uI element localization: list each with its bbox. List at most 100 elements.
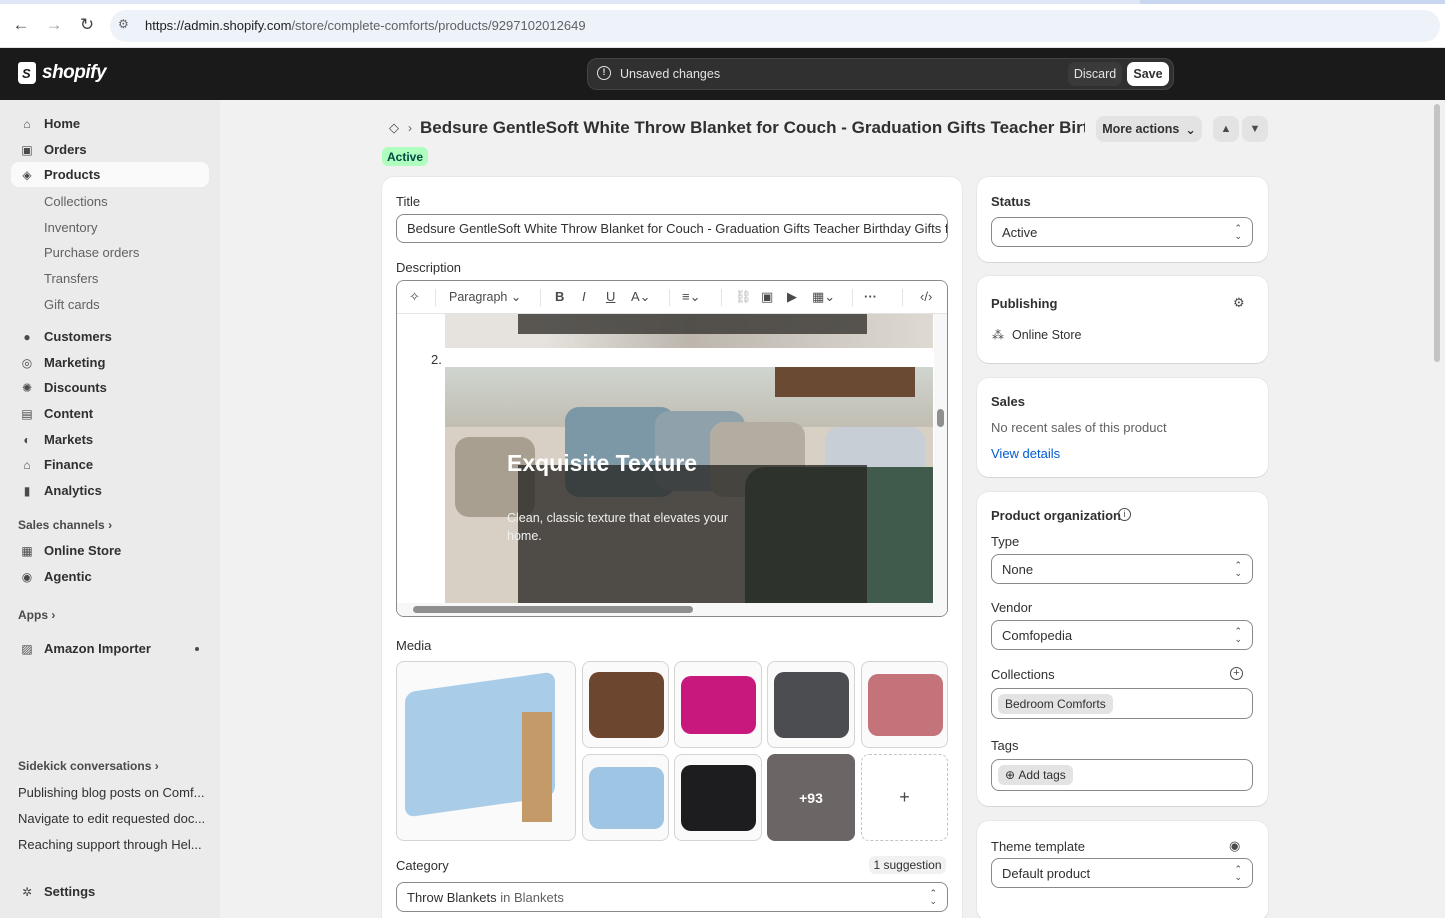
home-icon: ⌂ [23,116,31,131]
sidebar-item-amazon-importer[interactable]: ▨ Amazon Importer [11,636,209,661]
breadcrumb-separator: › [408,121,412,135]
chevron-down-icon: ⌄ [510,290,522,304]
discard-button[interactable]: Discard [1068,62,1122,86]
theme-template-select[interactable]: Default product ⌃ ⌄ [991,858,1253,888]
image-icon[interactable]: ▣ [761,289,773,305]
sidebar-item-online-store[interactable]: ▦ Online Store [11,538,209,563]
media-thumbnail[interactable] [767,661,855,748]
info-icon[interactable]: i [1118,508,1131,521]
vendor-select[interactable]: Comfopedia ⌃ ⌄ [991,620,1253,650]
sidebar-item-marketing[interactable]: ◎ Marketing [11,350,209,375]
italic-icon[interactable]: I [582,289,586,304]
url-text[interactable]: https://admin.shopify.com/store/complete… [145,18,586,33]
previous-product-button[interactable]: ▲ [1213,116,1239,142]
sidekick-conversation[interactable]: Publishing blog posts on Comf... [18,785,208,800]
reload-icon[interactable]: ↻ [76,14,98,36]
editor-horizontal-scroll-thumb[interactable] [413,606,693,613]
sidebar-item-analytics[interactable]: ▮ Analytics [11,478,209,503]
magic-icon[interactable]: ✧ [409,289,420,305]
blanket-image [589,767,664,829]
tag-icon[interactable]: ◇ [389,120,399,136]
sidebar-subitem-gift-cards[interactable]: Gift cards [44,297,100,312]
sidekick-conversation[interactable]: Reaching support through Hel... [18,837,208,852]
sidebar-subitem-inventory[interactable]: Inventory [44,220,97,235]
media-thumbnail[interactable] [396,661,576,841]
media-thumbnail[interactable] [582,754,669,841]
image-heading: Exquisite Texture [507,450,698,476]
add-tags-chip[interactable]: ⊕ Add tags [998,765,1073,785]
editor-vertical-scroll-thumb[interactable] [937,409,944,427]
media-thumbnail[interactable] [582,661,669,748]
sidekick-heading[interactable]: Sidekick conversations › [18,759,159,773]
editor-content[interactable]: 2. Exquisite Texture Clean, classic text… [397,314,947,616]
publishing-card [977,276,1268,363]
bank-icon: ⌂ [23,457,31,472]
sidebar-subitem-collections[interactable]: Collections [44,194,108,209]
forward-icon[interactable]: → [43,14,65,36]
sidebar-item-finance[interactable]: ⌂ Finance [11,452,209,477]
tags-label: Tags [991,738,1019,753]
sidebar-item-agentic[interactable]: ◉ Agentic [11,564,209,589]
channel-icon: ⁂ [992,328,1004,342]
sidebar-item-customers[interactable]: ● Customers [11,324,209,349]
editor-toolbar: ✧ Paragraph ⌄ B I U A⌄ ≡⌄ ⛓ ▣ ▶ ▦⌄ ··· ‹… [397,281,947,314]
link-icon[interactable]: ⛓ [735,289,752,305]
category-suggestion-badge[interactable]: 1 suggestion [869,856,946,874]
theme-template-heading: Theme template [991,839,1085,854]
category-select[interactable]: Throw Blankets in Blankets ⌃ ⌄ [396,882,948,912]
media-thumbnail[interactable] [674,661,762,748]
text-color-icon[interactable]: A⌄ [631,289,651,305]
status-select[interactable]: Active ⌃ ⌄ [991,217,1253,247]
inbox-icon: ▣ [21,142,33,157]
editor-vertical-scrollbar[interactable] [934,314,947,603]
status-heading: Status [991,194,1031,209]
sidebar-subitem-transfers[interactable]: Transfers [44,271,98,286]
more-actions-button[interactable]: More actions ⌄ [1096,116,1202,142]
title-input[interactable]: Bedsure GentleSoft White Throw Blanket f… [396,214,948,243]
save-button[interactable]: Save [1127,62,1169,86]
underline-icon[interactable]: U [606,289,615,304]
chevron-updown-icon: ⌃ ⌄ [929,888,937,906]
view-details-link[interactable]: View details [991,446,1060,461]
description-editor[interactable]: ✧ Paragraph ⌄ B I U A⌄ ≡⌄ ⛓ ▣ ▶ ▦⌄ ··· ‹… [396,280,948,617]
more-options-icon[interactable]: ··· [864,289,877,304]
sidebar-item-markets[interactable]: ◐ Markets [11,427,209,452]
bold-icon[interactable]: B [555,289,564,304]
video-icon[interactable]: ▶ [787,289,797,305]
add-collection-icon[interactable]: + [1230,667,1243,680]
shopify-logo[interactable]: shopify [18,62,107,84]
sidebar-item-discounts[interactable]: ✺ Discounts [11,375,209,400]
table-icon[interactable]: ▦⌄ [812,289,835,305]
sidebar-item-settings[interactable]: ✲ Settings [11,879,209,904]
back-icon[interactable]: ← [10,14,32,36]
sliders-icon[interactable]: ⚙ [1233,295,1245,311]
site-info-icon[interactable]: ⚙ [118,17,134,33]
sidekick-conversation[interactable]: Navigate to edit requested doc... [18,811,208,826]
eye-icon[interactable]: ◉ [1229,838,1240,854]
sales-text: No recent sales of this product [991,420,1167,435]
sidebar-item-orders[interactable]: ▣ Orders [11,137,209,162]
next-product-button[interactable]: ▼ [1242,116,1268,142]
tags-input[interactable]: ⊕ Add tags [991,759,1253,791]
collection-chip[interactable]: Bedroom Comforts [998,693,1113,714]
type-select[interactable]: None ⌃ ⌄ [991,554,1253,584]
person-icon: ● [23,329,31,344]
sidebar-item-content[interactable]: ▤ Content [11,401,209,426]
apps-heading[interactable]: Apps › [18,608,55,622]
align-icon[interactable]: ≡⌄ [682,289,700,305]
sidebar-item-home[interactable]: ⌂ Home [11,111,209,136]
sidebar-subitem-purchase-orders[interactable]: Purchase orders [44,245,139,260]
collections-input[interactable]: Bedroom Comforts [991,688,1253,719]
media-thumbnail[interactable] [674,754,762,841]
code-view-icon[interactable]: ‹/› [920,289,932,304]
more-media-tile[interactable]: +93 [767,754,855,841]
media-thumbnail[interactable] [861,661,948,748]
category-label: Category [396,858,449,873]
sales-channels-heading[interactable]: Sales channels › [18,518,112,532]
chevron-updown-icon: ⌃ ⌄ [1234,560,1242,578]
sidebar-item-products[interactable]: ◈ Products [11,162,209,187]
paragraph-style-select[interactable]: Paragraph ⌄ [449,289,521,304]
page-scroll-thumb[interactable] [1434,104,1440,362]
add-media-button[interactable]: + [861,754,948,841]
product-organization-heading: Product organization [991,508,1121,523]
